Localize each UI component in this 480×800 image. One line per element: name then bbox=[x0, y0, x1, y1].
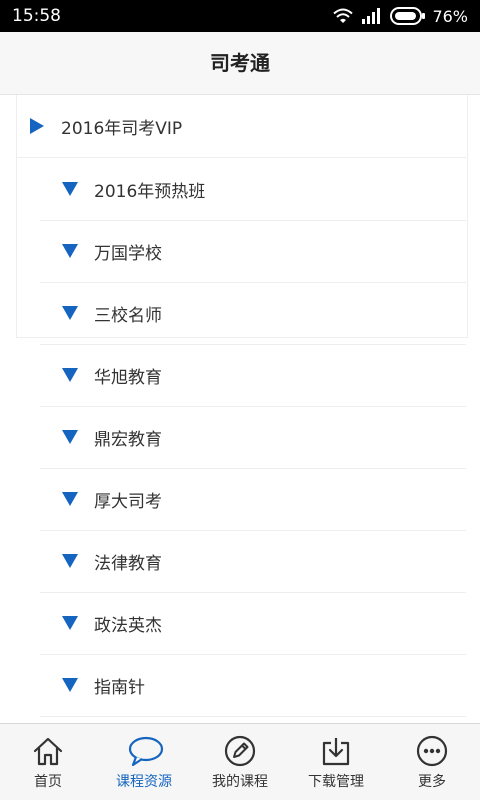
tree-child-item[interactable]: 指南针 bbox=[40, 654, 466, 717]
bottom-nav: 首页 课程资源 我的课程 下载管理 更多 bbox=[0, 723, 480, 800]
signal-icon bbox=[362, 8, 382, 24]
nav-item-course-resources[interactable]: 课程资源 bbox=[96, 724, 192, 800]
triangle-down-icon bbox=[62, 554, 78, 568]
edit-pencil-icon bbox=[224, 735, 256, 767]
tree-child-item[interactable]: 鼎宏教育 bbox=[40, 406, 466, 469]
triangle-down-icon bbox=[62, 182, 78, 196]
tree-child-label: 华旭教育 bbox=[94, 367, 162, 388]
nav-label: 首页 bbox=[34, 774, 62, 790]
app-screen: 15:58 76% 司考通 2016年司考VIP 2016年预热班 万国学校 三… bbox=[0, 0, 480, 800]
status-time: 15:58 bbox=[12, 6, 61, 26]
nav-label: 更多 bbox=[418, 774, 446, 790]
tree-child-item[interactable]: 华旭教育 bbox=[40, 344, 466, 407]
tree-child-item[interactable]: 政法英杰 bbox=[40, 592, 466, 655]
triangle-right-icon bbox=[30, 118, 44, 134]
nav-item-my-courses[interactable]: 我的课程 bbox=[192, 724, 288, 800]
triangle-down-icon bbox=[62, 430, 78, 444]
tree-child-item[interactable]: 万国学校 bbox=[40, 220, 466, 283]
tree-child-label: 指南针 bbox=[94, 677, 145, 698]
triangle-down-icon bbox=[62, 616, 78, 630]
status-icons: 76% bbox=[332, 4, 468, 28]
triangle-down-icon bbox=[62, 306, 78, 320]
home-icon bbox=[32, 735, 64, 767]
download-icon bbox=[320, 735, 352, 767]
tree-child-label: 2016年预热班 bbox=[94, 181, 206, 202]
tree-child-label: 万国学校 bbox=[94, 243, 162, 264]
triangle-down-icon bbox=[62, 678, 78, 692]
status-bar: 15:58 76% bbox=[0, 0, 480, 32]
wifi-icon bbox=[332, 7, 354, 25]
battery-icon bbox=[390, 7, 426, 25]
nav-label: 我的课程 bbox=[212, 774, 268, 790]
tree-root-item[interactable]: 2016年司考VIP bbox=[16, 95, 466, 158]
nav-item-more[interactable]: 更多 bbox=[384, 724, 480, 800]
page-title: 司考通 bbox=[210, 51, 270, 75]
tree-child-label: 法律教育 bbox=[94, 553, 162, 574]
more-dots-icon bbox=[416, 735, 448, 767]
battery-percentage: 76% bbox=[432, 6, 468, 26]
chat-bubble-icon bbox=[128, 735, 164, 767]
tree-root-label: 2016年司考VIP bbox=[61, 118, 183, 139]
tree-child-label: 厚大司考 bbox=[94, 491, 162, 512]
tree-child-label: 鼎宏教育 bbox=[94, 429, 162, 450]
title-bar: 司考通 bbox=[0, 32, 480, 95]
tree-child-label: 政法英杰 bbox=[94, 615, 162, 636]
tree-child-item[interactable]: 法律教育 bbox=[40, 530, 466, 593]
nav-label: 下载管理 bbox=[308, 774, 364, 790]
nav-label: 课程资源 bbox=[116, 774, 172, 790]
nav-item-download-manager[interactable]: 下载管理 bbox=[288, 724, 384, 800]
triangle-down-icon bbox=[62, 244, 78, 258]
tree-child-label: 三校名师 bbox=[94, 305, 162, 326]
tree-child-item[interactable]: 三校名师 bbox=[40, 282, 466, 345]
nav-item-home[interactable]: 首页 bbox=[0, 724, 96, 800]
tree-child-item[interactable]: 厚大司考 bbox=[40, 468, 466, 531]
triangle-down-icon bbox=[62, 492, 78, 506]
tree-child-item[interactable]: 2016年预热班 bbox=[40, 158, 466, 221]
course-tree: 2016年司考VIP 2016年预热班 万国学校 三校名师 华旭教育 鼎宏教育 … bbox=[0, 95, 480, 723]
triangle-down-icon bbox=[62, 368, 78, 382]
